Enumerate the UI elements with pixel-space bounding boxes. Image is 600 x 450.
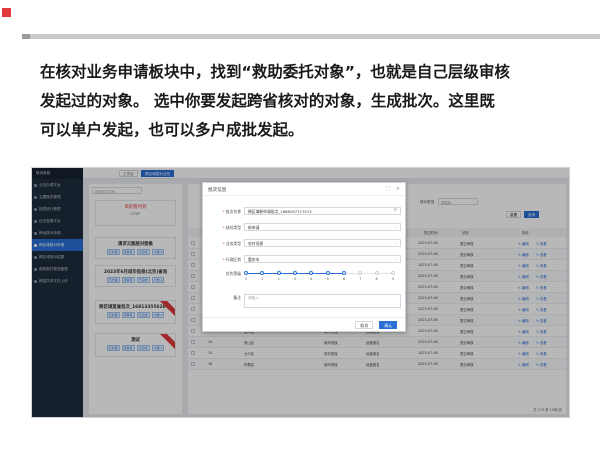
slider-tick-label: 0 [244,277,248,281]
dialog-title: 批次信息 [208,188,227,193]
business-type-select[interactable]: 农村低保 ⌄ [244,239,401,247]
slider-tick-label: 1 [261,277,264,281]
header-divider [22,34,600,39]
slider-tick-label: 7 [359,277,362,281]
slider-stop[interactable] [358,271,363,275]
chevron-down-icon: ⌄ [393,256,397,261]
red-corner-mark [2,8,11,17]
chevron-down-icon: ⌄ [393,240,397,245]
slider-tick-label: 2 [277,277,280,281]
slider-stop[interactable] [342,271,346,275]
instruction-line-2: 发起过的对象。 选中你要发起跨省核对的对象，生成批次。这里既 [40,92,495,110]
chevron-down-icon: ⌄ [393,224,397,229]
confirm-button[interactable]: 确认 [379,321,397,329]
remark-textarea[interactable]: 请输入 [244,294,401,308]
slider-stop[interactable] [325,271,330,275]
slider-stop[interactable] [309,271,314,275]
business-type-label: * 业务类型 [222,241,241,246]
region-label: * 行政区划 [222,257,241,262]
slider-tick-label: 9 [391,277,395,281]
batch-info-dialog: 批次信息 ⛶ × * 批次名称 跨区域新申请批次_1688267717513 ⊗ … [202,182,406,332]
slider-tick-label: 5 [326,277,329,281]
slider-stop[interactable] [244,271,248,275]
slider-stop[interactable] [260,271,265,275]
close-icon[interactable]: × [396,186,400,192]
slider-stop[interactable] [391,271,395,275]
cancel-button[interactable]: 取消 [355,321,373,329]
slide: 在核对业务申请板块中，找到“救助委托对象”，也就是自己层级审核 发起过的对象。 … [0,0,600,450]
region-select[interactable]: 重庆市 ⌄ [244,255,401,263]
instruction-line-1: 在核对业务申请板块中，找到“救助委托对象”，也就是自己层级审核 [40,63,510,81]
slider-stop[interactable] [276,271,281,275]
batch-name-label: * 批次名称 [222,209,241,214]
slider-tick-label: 4 [310,277,313,281]
maximize-icon[interactable]: ⛶ [386,186,390,192]
remark-label: 备注 [233,295,241,300]
instruction-line-3: 可以单户发起，也可以多户成批发起。 [40,121,304,139]
verify-type-select[interactable]: 新申请 ⌄ [244,223,401,231]
dialog-footer: 取消 确认 [203,317,405,331]
batch-name-input[interactable]: 跨区域新申请批次_1688267717513 ⊗ [244,207,401,215]
clear-icon[interactable]: ⊗ [393,208,397,213]
slider-tick-label: 8 [375,277,378,281]
slider-stop[interactable] [293,271,297,275]
slider-tick-label: 6 [342,277,346,281]
slider-tick-label: 3 [293,277,297,281]
slider-stop[interactable] [374,271,379,275]
priority-label: 优先等级 [225,271,241,276]
dialog-header: 批次信息 ⛶ × [203,183,405,196]
header-divider-accent [22,34,30,39]
verify-type-label: * 核对类型 [222,225,241,230]
instruction-text: 在核对业务申请板块中，找到“救助委托对象”，也就是自己层级审核 发起过的对象。 … [40,58,580,145]
